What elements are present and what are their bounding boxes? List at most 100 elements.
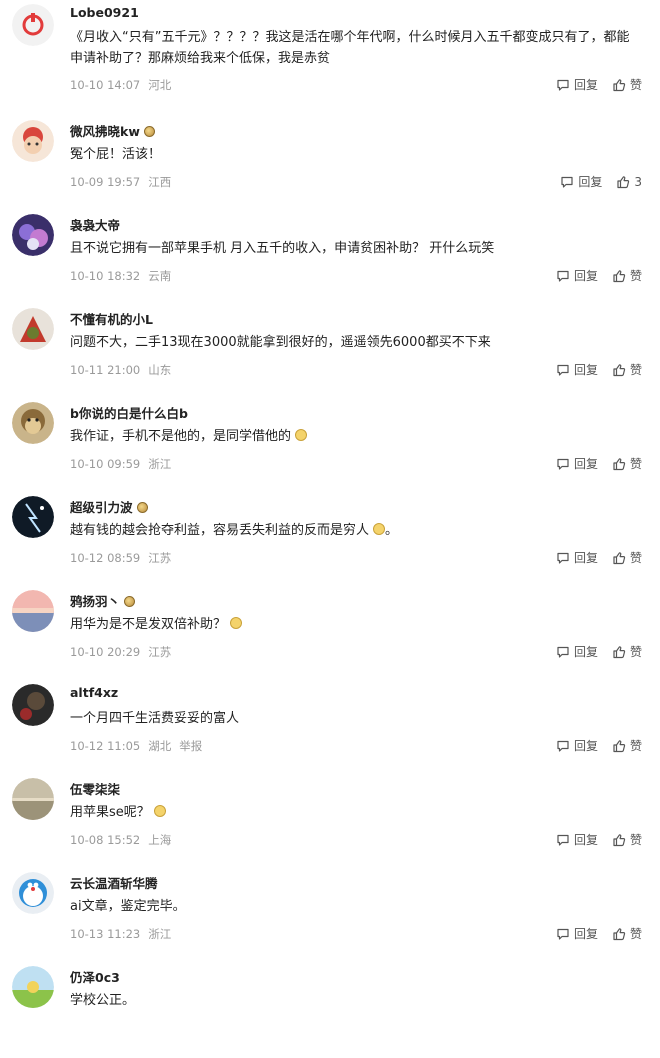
report-link[interactable]: 举报 <box>179 739 202 753</box>
thumbs-up-icon <box>612 363 630 377</box>
comment-location: 上海 <box>148 833 172 847</box>
avatar-dark[interactable] <box>12 684 54 726</box>
username[interactable]: 鸦扬羽丶 <box>70 591 136 610</box>
comment-location: 河北 <box>148 78 172 92</box>
comment-text: 《月收入“只有”五千元》？？？？我这是活在哪个年代啊，什么时候月入五千都变成只有… <box>70 30 630 66</box>
reply-icon <box>556 551 574 565</box>
like-button[interactable]: 赞 <box>612 267 642 284</box>
comment-meta: 10-12 11:05 湖北 举报 <box>70 738 202 754</box>
comment-item: altf4xz 一个月四千生活费妥妥的富人 10-12 11:05 湖北 举报 回复赞 <box>0 682 660 776</box>
reply-button[interactable]: 回复 <box>556 737 598 754</box>
avatar-red[interactable] <box>12 308 54 350</box>
avatar-sea[interactable] <box>12 778 54 820</box>
reply-button[interactable]: 回复 <box>556 455 598 472</box>
avatar-doraemon[interactable] <box>12 872 54 914</box>
comment-meta: 10-12 08:59 江苏 <box>70 550 171 566</box>
like-button[interactable]: 赞 <box>612 925 642 942</box>
comment-actions: 回复赞 <box>556 925 642 942</box>
like-button[interactable]: 赞 <box>612 76 642 93</box>
avatar-monkey[interactable] <box>12 402 54 444</box>
like-button[interactable]: 赞 <box>612 455 642 472</box>
thumbs-up-icon <box>612 269 630 283</box>
reply-icon <box>556 78 574 92</box>
reply-icon <box>556 833 574 847</box>
like-button[interactable]: 赞 <box>612 643 642 660</box>
comment-meta: 10-11 21:00 山东 <box>70 362 171 378</box>
comment-text: ai文章，鉴定完毕。 <box>70 899 186 914</box>
reply-button[interactable]: 回复 <box>556 267 598 284</box>
username[interactable]: 超级引力波 <box>70 497 148 516</box>
reply-button[interactable]: 回复 <box>556 549 598 566</box>
comment-time: 10-10 14:07 <box>70 78 141 92</box>
reply-button[interactable]: 回复 <box>556 361 598 378</box>
reply-button[interactable]: 回复 <box>556 643 598 660</box>
reply-icon <box>556 269 574 283</box>
avatar-logo[interactable] <box>12 4 54 46</box>
comment-actions: 回复赞 <box>556 361 642 378</box>
comment-item: 伍零柒柒 用苹果se呢？ 10-08 15:52 上海 回复赞 <box>0 776 660 870</box>
comment-text: 用华为是不是发双倍补助？ <box>70 614 642 635</box>
comment-list: Lobe0921 《月收入“只有”五千元》？？？？我这是活在哪个年代啊，什么时候月… <box>0 0 660 1058</box>
comment-location: 江西 <box>148 175 172 189</box>
comment-item: 袅袅大帝且不说它拥有一部苹果手机 月入五千的收入，申请贫困补助？ 开什么玩笑 10… <box>0 212 660 306</box>
comment-text: 越有钱的越会抢夺利益，容易丢失利益的反而是穷人。 <box>70 523 399 538</box>
thumbs-up-icon <box>616 175 634 189</box>
username[interactable]: 微风拂晓kw <box>70 121 155 140</box>
user-badge-icon <box>124 596 136 607</box>
comment-item: Lobe0921 《月收入“只有”五千元》？？？？我这是活在哪个年代啊，什么时候月… <box>0 0 660 118</box>
reply-button[interactable]: 回复 <box>560 173 602 190</box>
reply-icon <box>560 175 578 189</box>
smile-emoji-icon <box>295 429 308 441</box>
reply-button[interactable]: 回复 <box>556 925 598 942</box>
comment-location: 江苏 <box>148 551 172 565</box>
comment-actions: 回复赞 <box>556 549 642 566</box>
comment-actions: 回复赞 <box>556 643 642 660</box>
avatar-purple[interactable] <box>12 214 54 256</box>
comment-text: 问题不大，二手13现在3000就能拿到很好的，遥遥领先6000都买不下来 <box>70 335 491 350</box>
comment-text: 我作证，手机不是他的，是同学借他的 <box>70 426 642 447</box>
like-button[interactable]: 3 <box>616 175 642 189</box>
comment-actions: 回复赞 <box>556 737 642 754</box>
comment-meta: 10-13 11:23 浙江 <box>70 926 171 942</box>
username[interactable]: altf4xz <box>70 685 118 700</box>
username[interactable]: b你说的白是什么白b <box>70 403 188 422</box>
username[interactable]: 云长温酒斩华腾 <box>70 873 158 892</box>
comment-time: 10-11 21:00 <box>70 363 141 377</box>
avatar-field[interactable] <box>12 966 54 1008</box>
username[interactable]: 不懂有机的小L <box>70 309 153 328</box>
comment-text: 学校公正。 <box>70 993 136 1008</box>
comment-text: 一个月四千生活费妥妥的富人 <box>70 711 240 726</box>
comment-time: 10-09 19:57 <box>70 175 141 189</box>
comment-actions: 回复赞 <box>556 267 642 284</box>
comment-item: 仍泽0c3 学校公正。 <box>0 964 660 1058</box>
comment-time: 10-12 08:59 <box>70 551 141 565</box>
like-button[interactable]: 赞 <box>612 361 642 378</box>
username[interactable]: 伍零柒柒 <box>70 779 120 798</box>
comment-location: 浙江 <box>148 927 172 941</box>
comment-meta: 10-09 19:57 江西 <box>70 174 171 190</box>
username[interactable]: 仍泽0c3 <box>70 967 120 986</box>
avatar-night[interactable] <box>12 496 54 538</box>
comment-item: b你说的白是什么白b 我作证，手机不是他的，是同学借他的 10-10 09:59 浙江… <box>0 400 660 494</box>
reply-button[interactable]: 回复 <box>556 76 598 93</box>
comment-meta: 10-10 20:29 江苏 <box>70 644 171 660</box>
thumbs-up-icon <box>612 457 630 471</box>
like-button[interactable]: 赞 <box>612 737 642 754</box>
comment-location: 湖北 <box>148 739 172 753</box>
smile-emoji-icon <box>153 805 166 817</box>
like-button[interactable]: 赞 <box>612 549 642 566</box>
comment-time: 10-10 09:59 <box>70 457 141 471</box>
username[interactable]: Lobe0921 <box>70 5 139 20</box>
reply-button[interactable]: 回复 <box>556 831 598 848</box>
reply-icon <box>556 457 574 471</box>
avatar-sunset[interactable] <box>12 590 54 632</box>
thumbs-up-icon <box>612 78 630 92</box>
avatar-cartoon[interactable] <box>12 120 54 162</box>
user-badge-icon <box>143 126 155 137</box>
username[interactable]: 袅袅大帝 <box>70 215 120 234</box>
comment-actions: 回复 3 <box>560 173 642 190</box>
comment-text: 且不说它拥有一部苹果手机 月入五千的收入，申请贫困补助？ 开什么玩笑 <box>70 241 495 256</box>
reply-icon <box>556 363 574 377</box>
like-button[interactable]: 赞 <box>612 831 642 848</box>
comment-time: 10-10 18:32 <box>70 269 141 283</box>
